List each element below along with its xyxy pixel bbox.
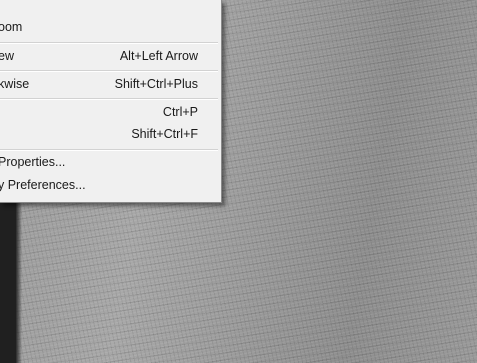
- menu-item-label: y Preferences...: [0, 178, 86, 192]
- menu-item-zoom[interactable]: oom: [0, 16, 221, 38]
- menu-separator: [0, 98, 218, 100]
- menu-item-label: ew: [0, 49, 14, 63]
- menu-item-shortcut: Shift+Ctrl+F: [131, 127, 198, 141]
- menu-item-print[interactable]: Ctrl+P: [0, 101, 221, 123]
- menu-item-view[interactable]: ew Alt+Left Arrow: [0, 45, 221, 67]
- menu-item-shortcut: Ctrl+P: [162, 105, 198, 119]
- menu-item-label: kwise: [0, 77, 30, 91]
- menu-separator: [0, 70, 218, 72]
- menu-item-shortcut: Alt+Left Arrow: [119, 49, 198, 63]
- menu-item-fullscreen[interactable]: Shift+Ctrl+F: [0, 123, 221, 145]
- menu-item-preferences[interactable]: y Preferences...: [0, 174, 221, 196]
- menu-item-shortcut: Shift+Ctrl+Plus: [114, 77, 198, 91]
- menu-item-properties[interactable]: Properties...: [0, 151, 221, 173]
- menu-item-rotate-clockwise[interactable]: kwise Shift+Ctrl+Plus: [0, 73, 221, 95]
- menu-item-label: oom: [0, 20, 23, 34]
- menu-item-label: Properties...: [0, 155, 66, 169]
- context-menu: oom ew Alt+Left Arrow kwise Shift+Ctrl+P…: [0, 0, 222, 203]
- menu-separator: [0, 42, 218, 44]
